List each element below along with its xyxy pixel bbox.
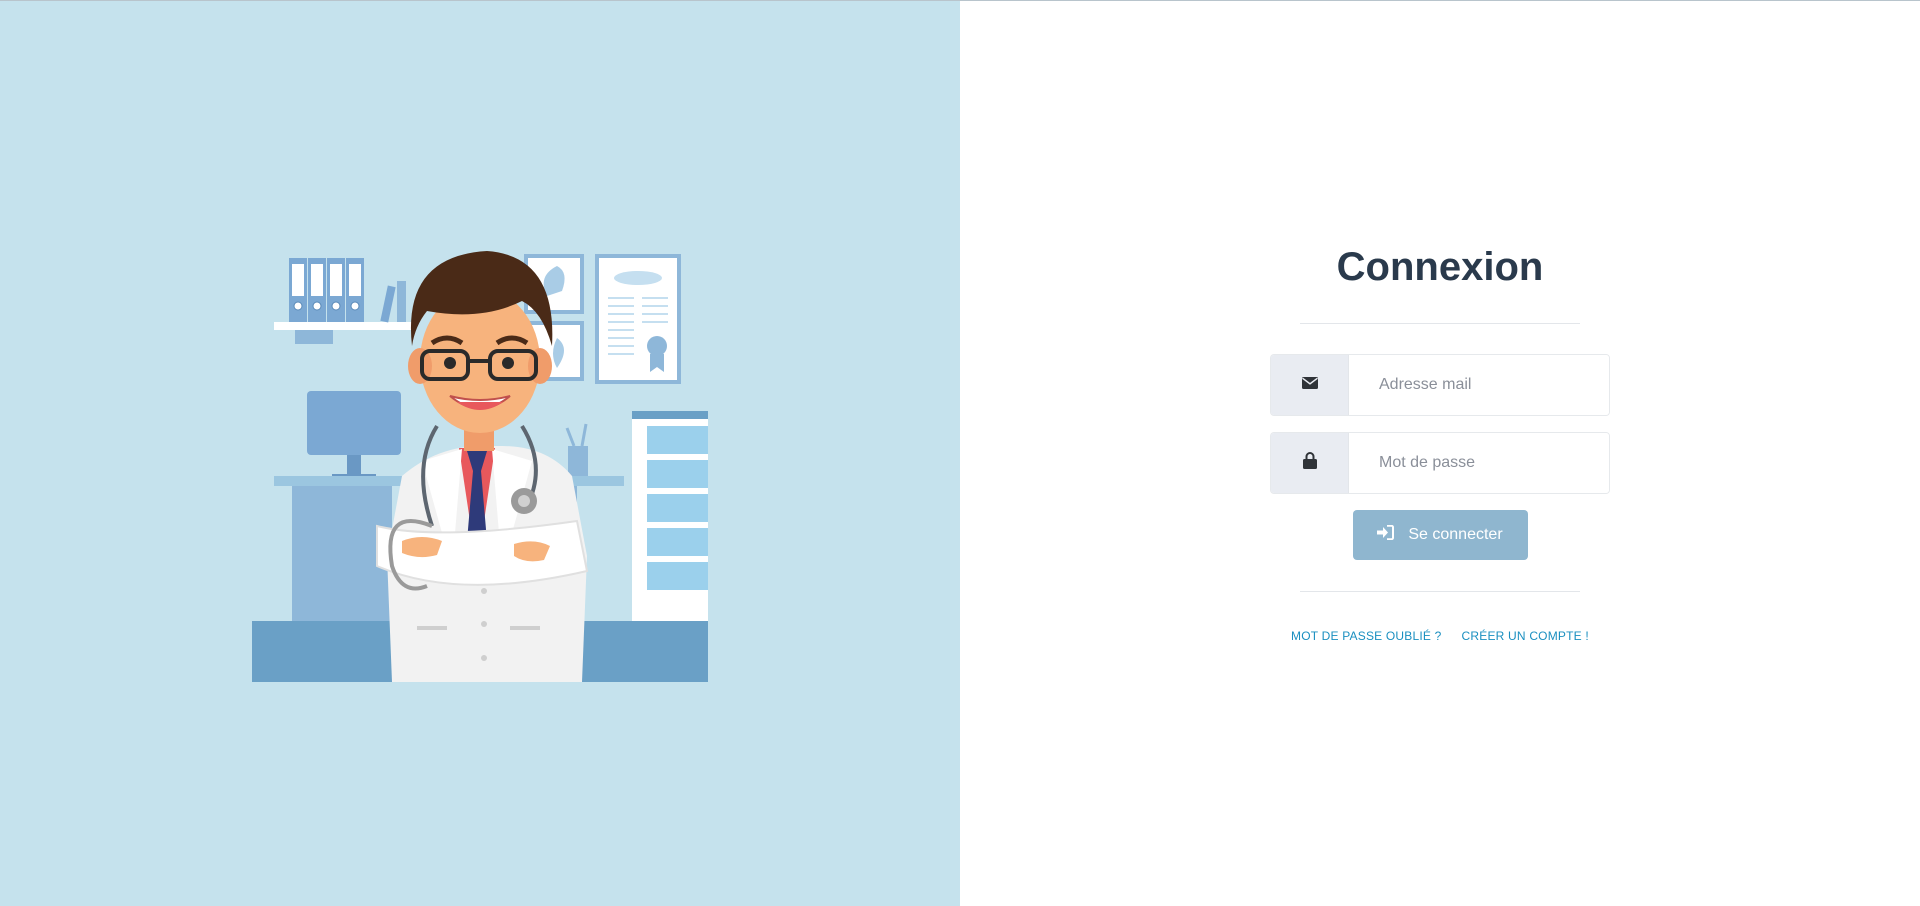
doctor-illustration: [252, 251, 708, 682]
divider: [1300, 591, 1580, 592]
auth-links: MOT DE PASSE OUBLIÉ ? CRÉER UN COMPTE !: [1270, 629, 1610, 643]
page-title: Connexion: [1336, 245, 1544, 289]
illustration-panel: [0, 1, 960, 906]
email-addon: [1271, 355, 1349, 415]
login-panel: Connexion Adresse mail Se connecter MOT …: [960, 1, 1920, 906]
create-account-link[interactable]: CRÉER UN COMPTE !: [1462, 629, 1589, 643]
login-button-label: Se connecter: [1408, 526, 1503, 543]
login-button[interactable]: Se connecter: [1352, 510, 1528, 560]
divider: [1300, 323, 1580, 324]
email-field[interactable]: [1349, 355, 1609, 415]
sign-in-icon: [1377, 524, 1395, 545]
lock-icon: [1302, 452, 1317, 474]
email-input-group: [1270, 354, 1610, 416]
envelope-icon: [1301, 376, 1318, 394]
forgot-password-link[interactable]: MOT DE PASSE OUBLIÉ ?: [1291, 629, 1441, 643]
login-page: Connexion Adresse mail Se connecter MOT …: [0, 0, 1920, 906]
password-input-group: [1270, 432, 1610, 494]
login-form: Connexion Adresse mail Se connecter MOT …: [1270, 241, 1610, 643]
password-field[interactable]: [1349, 433, 1609, 493]
password-addon: [1271, 433, 1349, 493]
